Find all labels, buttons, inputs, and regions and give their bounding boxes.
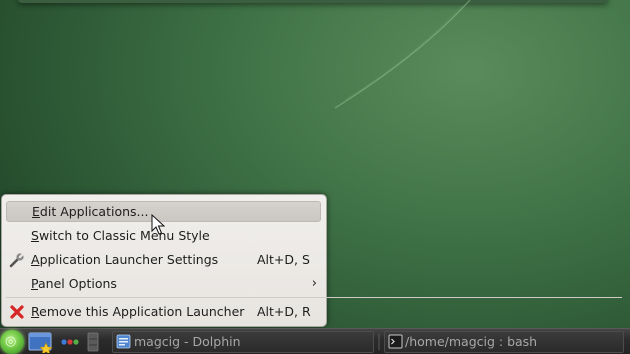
menu-item-application-launcher-settings[interactable]: Application Launcher Settings Alt+D, S — [6, 249, 321, 270]
menu-item-icon-empty — [9, 276, 25, 292]
menu-item-label: Application Launcher Settings — [31, 249, 218, 270]
mnemonic-char: E — [32, 204, 40, 219]
red-x-icon — [10, 305, 24, 319]
menu-item-label: Edit Applications... — [32, 202, 148, 221]
system-tray-dots-icon[interactable] — [60, 336, 80, 348]
panel-separator-icon — [87, 332, 99, 352]
label-rest: emove this Application Launcher — [39, 304, 245, 319]
task-title: /home/magcig : bash — [405, 334, 538, 349]
task-divider — [378, 334, 380, 350]
mnemonic-char: S — [31, 228, 39, 243]
launcher-glyph: ◎ — [5, 334, 17, 349]
opensuse-launcher-icon[interactable]: ◎ — [0, 330, 24, 354]
dolphin-file-manager-icon — [116, 334, 131, 349]
menu-item-label: Panel Options — [31, 273, 117, 294]
menu-item-label: Switch to Classic Menu Style — [31, 225, 210, 246]
mnemonic-char: A — [31, 252, 40, 267]
shortcut-label: Alt+D, S — [257, 252, 310, 267]
label-rest: anel Options — [37, 276, 117, 291]
menu-item-icon-empty — [10, 205, 26, 221]
label-rest: witch to Classic Menu Style — [38, 228, 210, 243]
terminal-icon — [388, 334, 403, 349]
mouse-pointer-icon — [151, 214, 165, 235]
menu-item-icon-empty — [9, 228, 25, 244]
window-edge — [18, 0, 608, 3]
desktop-pager-icon[interactable] — [28, 331, 54, 353]
menu-item-panel-options[interactable]: Panel Options › — [6, 273, 321, 294]
task-button-dolphin[interactable]: magcig - Dolphin — [112, 331, 374, 353]
label-rest: pplication Launcher Settings — [39, 252, 219, 267]
submenu-arrow-icon: › — [311, 276, 317, 291]
menu-item-remove-application-launcher[interactable]: Remove this Application Launcher Alt+D, … — [6, 301, 321, 322]
menu-separator — [6, 297, 622, 298]
shortcut-label: Alt+D, R — [257, 304, 311, 319]
menu-item-label: Remove this Application Launcher — [31, 301, 244, 322]
wrench-icon — [9, 252, 25, 268]
mnemonic-char: R — [31, 304, 40, 319]
label-rest: dit Applications... — [39, 204, 149, 219]
task-title: magcig - Dolphin — [134, 334, 241, 349]
task-button-terminal[interactable]: /home/magcig : bash — [384, 331, 624, 353]
mnemonic-char: P — [31, 276, 38, 291]
desktop[interactable]: Edit Applications... Switch to Classic M… — [0, 0, 630, 354]
